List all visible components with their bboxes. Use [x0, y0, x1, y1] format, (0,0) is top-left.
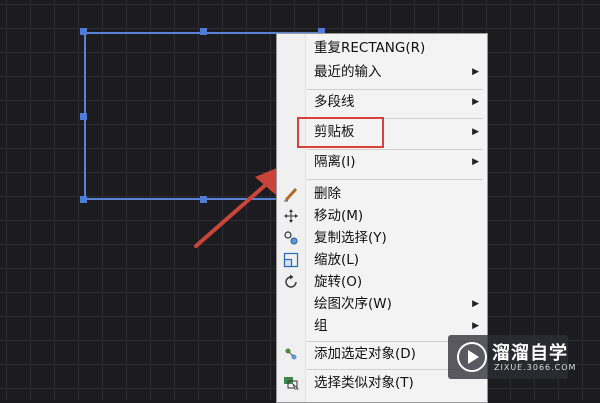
submenu-arrow-icon: ▶: [472, 321, 479, 331]
menu-item-delete[interactable]: 删除: [277, 183, 487, 205]
submenu-arrow-icon: ▶: [472, 67, 479, 77]
menu-item-draw-order[interactable]: 绘图次序(W) ▶: [277, 293, 487, 315]
rotate-icon: [285, 274, 297, 288]
menu-item-label: 多段线: [314, 94, 355, 110]
menu-item-label: 缩放(L): [314, 252, 360, 268]
menu-item-label: 移动(M): [314, 208, 364, 224]
menu-separator: [307, 89, 483, 90]
menu-item-move[interactable]: 移动(M): [277, 205, 487, 227]
menu-item-label: 选择类似对象(T): [314, 375, 414, 391]
grip-top-left[interactable]: [80, 28, 87, 35]
menu-item-label: 绘图次序(W): [314, 296, 392, 312]
menu-item-rotate[interactable]: 旋转(O): [277, 271, 487, 293]
menu-item-group[interactable]: 组 ▶: [277, 315, 487, 337]
scale-icon: [283, 252, 299, 268]
menu-item-copy-selection[interactable]: 复制选择(Y): [277, 227, 487, 249]
submenu-arrow-icon: ▶: [472, 157, 479, 167]
menu-item-label: 添加选定对象(D): [314, 346, 416, 362]
add-selected-icon: [285, 348, 297, 360]
menu-item-recent-input[interactable]: 最近的输入 ▶: [277, 61, 487, 83]
menu-item-label: 组: [314, 318, 328, 334]
grip-top-mid[interactable]: [200, 28, 207, 35]
menu-item-label: 隔离(I): [314, 154, 356, 170]
menu-item-label: 最近的输入: [314, 64, 382, 80]
play-logo-icon: [457, 342, 487, 372]
watermark-subtitle: ZIXUE.3066.COM: [494, 363, 577, 372]
grip-bottom-mid[interactable]: [200, 196, 207, 203]
eraser-icon: [284, 187, 298, 202]
menu-item-scale[interactable]: 缩放(L): [277, 249, 487, 271]
menu-item-polyline[interactable]: 多段线 ▶: [277, 91, 487, 113]
grip-left-mid[interactable]: [80, 113, 87, 120]
annotation-highlight-box: [297, 117, 384, 148]
move-icon: [284, 209, 298, 223]
watermark-logo: 溜溜自学 ZIXUE.3066.COM: [448, 335, 575, 379]
submenu-arrow-icon: ▶: [472, 97, 479, 107]
menu-item-label: 旋转(O): [314, 274, 363, 290]
menu-item-label: 删除: [314, 186, 341, 202]
menu-item-label: 复制选择(Y): [314, 230, 387, 246]
menu-separator: [307, 149, 483, 150]
select-similar-icon: [284, 377, 299, 390]
submenu-arrow-icon: ▶: [472, 299, 479, 309]
menu-item-isolate[interactable]: 隔离(I) ▶: [277, 151, 487, 173]
menu-item-repeat-rectang[interactable]: 重复RECTANG(R): [277, 37, 487, 59]
menu-item-label: 重复RECTANG(R): [314, 40, 426, 56]
menu-separator: [307, 179, 483, 180]
watermark-title: 溜溜自学: [492, 343, 568, 364]
copy-selection-icon: [284, 231, 298, 245]
grip-bottom-left[interactable]: [80, 196, 87, 203]
submenu-arrow-icon: ▶: [472, 127, 479, 137]
